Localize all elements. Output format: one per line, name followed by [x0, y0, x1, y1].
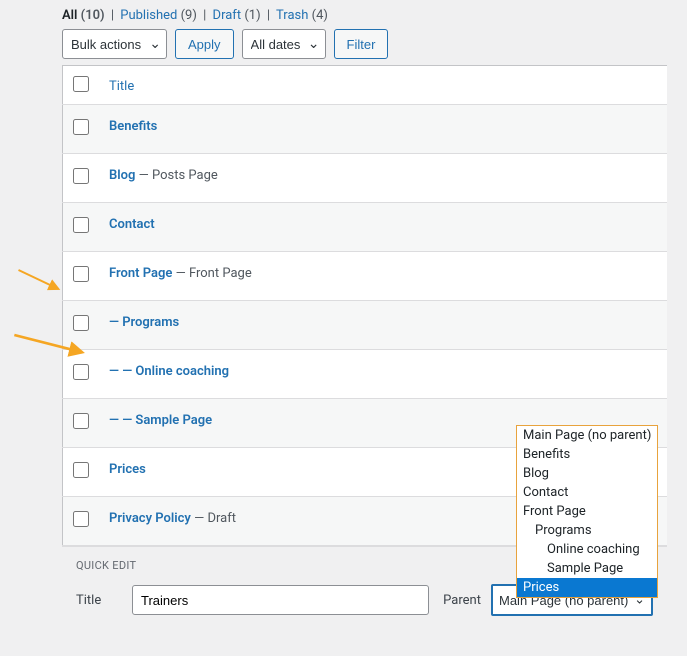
table-row: — Programs	[63, 301, 668, 350]
parent-option[interactable]: Prices	[517, 578, 657, 597]
row-title-link[interactable]: Blog	[109, 168, 135, 183]
row-title-link[interactable]: Sample Page	[135, 413, 212, 428]
parent-option[interactable]: Programs	[517, 521, 657, 540]
parent-option[interactable]: Benefits	[517, 445, 657, 464]
table-row: Front Page — Front Page	[63, 252, 668, 301]
filter-draft[interactable]: Draft	[213, 8, 242, 23]
row-title-link[interactable]: Online coaching	[135, 364, 229, 379]
row-title-link[interactable]: Benefits	[109, 119, 157, 134]
filter-published[interactable]: Published	[120, 8, 177, 23]
parent-option[interactable]: Main Page (no parent)	[517, 426, 657, 445]
row-checkbox[interactable]	[73, 413, 89, 429]
row-state: — Draft	[191, 511, 236, 526]
row-state: — Posts Page	[135, 168, 217, 183]
parent-option[interactable]: Blog	[517, 464, 657, 483]
hierarchy-prefix: — —	[109, 413, 135, 428]
row-title-link[interactable]: Privacy Policy	[109, 511, 191, 526]
apply-button[interactable]: Apply	[175, 29, 234, 59]
parent-option[interactable]: Online coaching	[517, 540, 657, 559]
row-title-link[interactable]: Programs	[122, 315, 179, 330]
row-checkbox[interactable]	[73, 217, 89, 233]
select-all-checkbox[interactable]	[73, 76, 89, 92]
row-checkbox[interactable]	[73, 511, 89, 527]
row-title-link[interactable]: Prices	[109, 462, 146, 477]
table-row: Benefits	[63, 105, 668, 154]
row-title-link[interactable]: Contact	[109, 217, 155, 232]
parent-option[interactable]: Contact	[517, 483, 657, 502]
row-checkbox[interactable]	[73, 364, 89, 380]
row-checkbox[interactable]	[73, 315, 89, 331]
row-checkbox[interactable]	[73, 462, 89, 478]
filter-trash[interactable]: Trash	[276, 8, 308, 23]
row-checkbox[interactable]	[73, 168, 89, 184]
table-row: Contact	[63, 203, 668, 252]
table-row: — — Online coaching	[63, 350, 668, 399]
title-label: Title	[76, 593, 118, 608]
title-input[interactable]	[132, 585, 429, 615]
tablenav: Bulk actions ⌄ Apply All dates ⌄ Filter	[62, 29, 667, 59]
dates-select[interactable]: All dates	[242, 29, 326, 59]
parent-label: Parent	[443, 593, 481, 608]
column-title[interactable]: Title	[109, 79, 134, 94]
hierarchy-prefix: —	[109, 315, 122, 330]
row-title-link[interactable]: Front Page	[109, 266, 172, 281]
parent-option[interactable]: Sample Page	[517, 559, 657, 578]
row-checkbox[interactable]	[73, 119, 89, 135]
parent-option[interactable]: Front Page	[517, 502, 657, 521]
view-filters: All (10) | Published (9) | Draft (1) | T…	[62, 8, 667, 23]
filter-all[interactable]: All (10)	[62, 8, 108, 23]
filter-button[interactable]: Filter	[334, 29, 389, 59]
row-checkbox[interactable]	[73, 266, 89, 282]
row-state: — Front Page	[172, 266, 251, 281]
table-row: Blog — Posts Page	[63, 154, 668, 203]
bulk-actions-select[interactable]: Bulk actions	[62, 29, 167, 59]
hierarchy-prefix: — —	[109, 364, 135, 379]
parent-listbox[interactable]: Main Page (no parent)BenefitsBlogContact…	[516, 425, 658, 598]
